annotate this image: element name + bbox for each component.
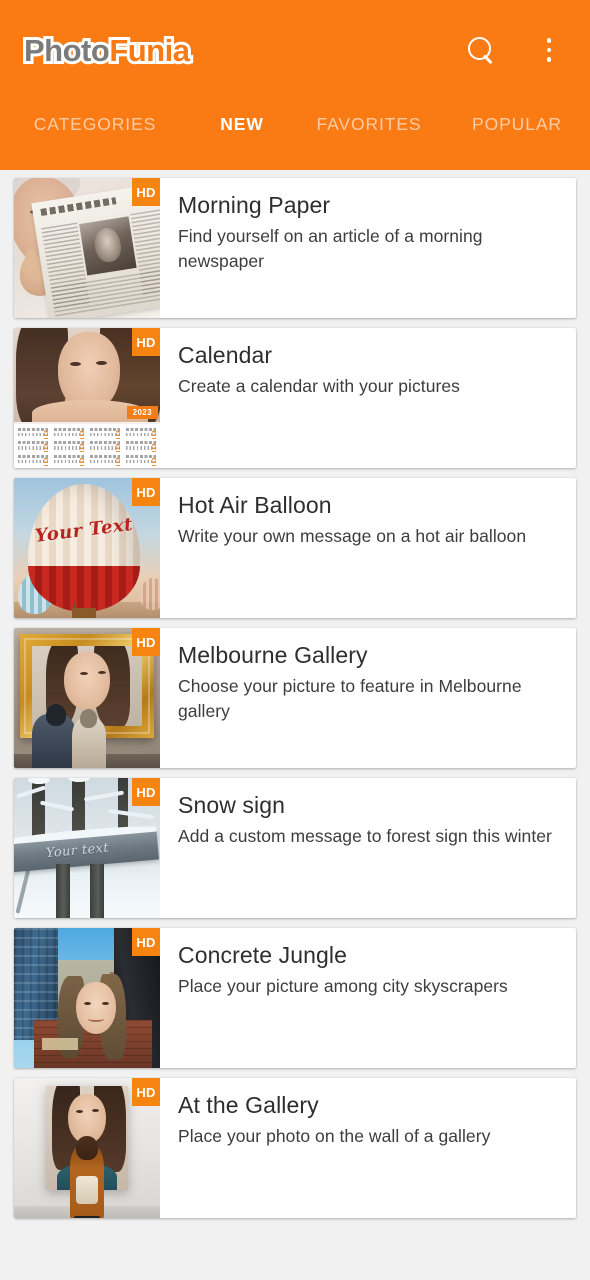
tab-favorites-label: FAVORITES <box>316 114 422 134</box>
effect-thumbnail-at-the-gallery: HD <box>14 1078 160 1218</box>
effect-thumbnail-melbourne-gallery: HD <box>14 628 160 768</box>
effect-info: At the Gallery Place your photo on the w… <box>160 1078 576 1218</box>
list-item[interactable]: HD Concrete Jungle Place your picture am… <box>14 928 576 1068</box>
effect-thumbnail-hot-air-balloon: Your Text HD <box>14 478 160 618</box>
effect-title: Hot Air Balloon <box>178 492 332 518</box>
effect-info: Concrete Jungle Place your picture among… <box>160 928 576 1068</box>
effect-title: Morning Paper <box>178 192 331 218</box>
app-bar-top-row: PhotoFunia <box>0 0 590 100</box>
photofunia-logo: PhotoFunia <box>21 32 193 69</box>
effects-list: HD Morning Paper Find yourself on an art… <box>0 170 590 1218</box>
effect-title: Snow sign <box>178 792 286 818</box>
effect-title: At the Gallery <box>178 1092 319 1118</box>
effect-info: Snow sign Add a custom message to forest… <box>160 778 576 918</box>
logo-text-funia: Funia <box>106 32 193 69</box>
effect-title: Calendar <box>178 342 273 368</box>
tab-categories-label: CATEGORIES <box>33 114 157 134</box>
logo-text-photo: Photo <box>21 32 113 69</box>
tab-popular-label: POPULAR <box>472 114 562 134</box>
effect-description: Write your own message on a hot air ball… <box>178 525 527 546</box>
hd-badge: HD <box>132 178 160 206</box>
effect-description: Choose your picture to feature in Melbou… <box>178 675 522 721</box>
app-bar: PhotoFunia CATEGORIES NEW FAVORITES POPU… <box>0 0 590 170</box>
effect-info: Hot Air Balloon Write your own message o… <box>160 478 576 618</box>
hd-badge: HD <box>132 628 160 656</box>
hd-badge: HD <box>132 328 160 356</box>
list-item[interactable]: HD At the Gallery Place your photo on th… <box>14 1078 576 1218</box>
effect-description: Create a calendar with your pictures <box>178 375 460 396</box>
effect-thumbnail-snow-sign: Your text HD <box>14 778 160 918</box>
sign-text: Your text <box>45 840 110 862</box>
effect-title: Melbourne Gallery <box>178 642 368 668</box>
tab-bar: CATEGORIES NEW FAVORITES POPULAR <box>0 100 590 170</box>
list-item[interactable]: Your text HD Snow sign Add a custom mess… <box>14 778 576 918</box>
effect-thumbnail-concrete-jungle: HD <box>14 928 160 1068</box>
app-bar-actions <box>462 31 568 69</box>
tab-new-label: NEW <box>220 114 264 134</box>
hd-badge: HD <box>132 478 160 506</box>
search-button[interactable] <box>462 31 500 69</box>
tab-new[interactable]: NEW <box>190 114 294 170</box>
effect-thumbnail-morning-paper: HD <box>14 178 160 318</box>
tab-categories[interactable]: CATEGORIES <box>0 114 190 170</box>
effect-info: Melbourne Gallery Choose your picture to… <box>160 628 576 768</box>
list-item[interactable]: Your Text HD Hot Air Balloon Write your … <box>14 478 576 618</box>
effect-info: Calendar Create a calendar with your pic… <box>160 328 576 468</box>
more-vertical-icon <box>546 38 552 62</box>
effect-description: Add a custom message to forest sign this… <box>178 825 552 846</box>
calendar-year-badge: 2023 <box>126 406 158 419</box>
effect-title: Concrete Jungle <box>178 942 347 968</box>
list-item[interactable]: 2023 HD Calendar Create a calendar with … <box>14 328 576 468</box>
overflow-menu-button[interactable] <box>530 31 568 69</box>
list-item[interactable]: HD Melbourne Gallery Choose your picture… <box>14 628 576 768</box>
list-item[interactable]: HD Morning Paper Find yourself on an art… <box>14 178 576 318</box>
hd-badge: HD <box>132 1078 160 1106</box>
effect-description: Place your photo on the wall of a galler… <box>178 1125 491 1146</box>
hd-badge: HD <box>132 928 160 956</box>
effect-description: Find yourself on an article of a morning… <box>178 225 483 271</box>
hd-badge: HD <box>132 778 160 806</box>
search-icon <box>468 37 494 63</box>
effect-info: Morning Paper Find yourself on an articl… <box>160 178 576 318</box>
effect-thumbnail-calendar: 2023 HD <box>14 328 160 468</box>
tab-popular[interactable]: POPULAR <box>444 114 590 170</box>
tab-favorites[interactable]: FAVORITES <box>294 114 444 170</box>
photofunia-app: PhotoFunia CATEGORIES NEW FAVORITES POPU… <box>0 0 590 1280</box>
effect-description: Place your picture among city skyscraper… <box>178 975 508 996</box>
